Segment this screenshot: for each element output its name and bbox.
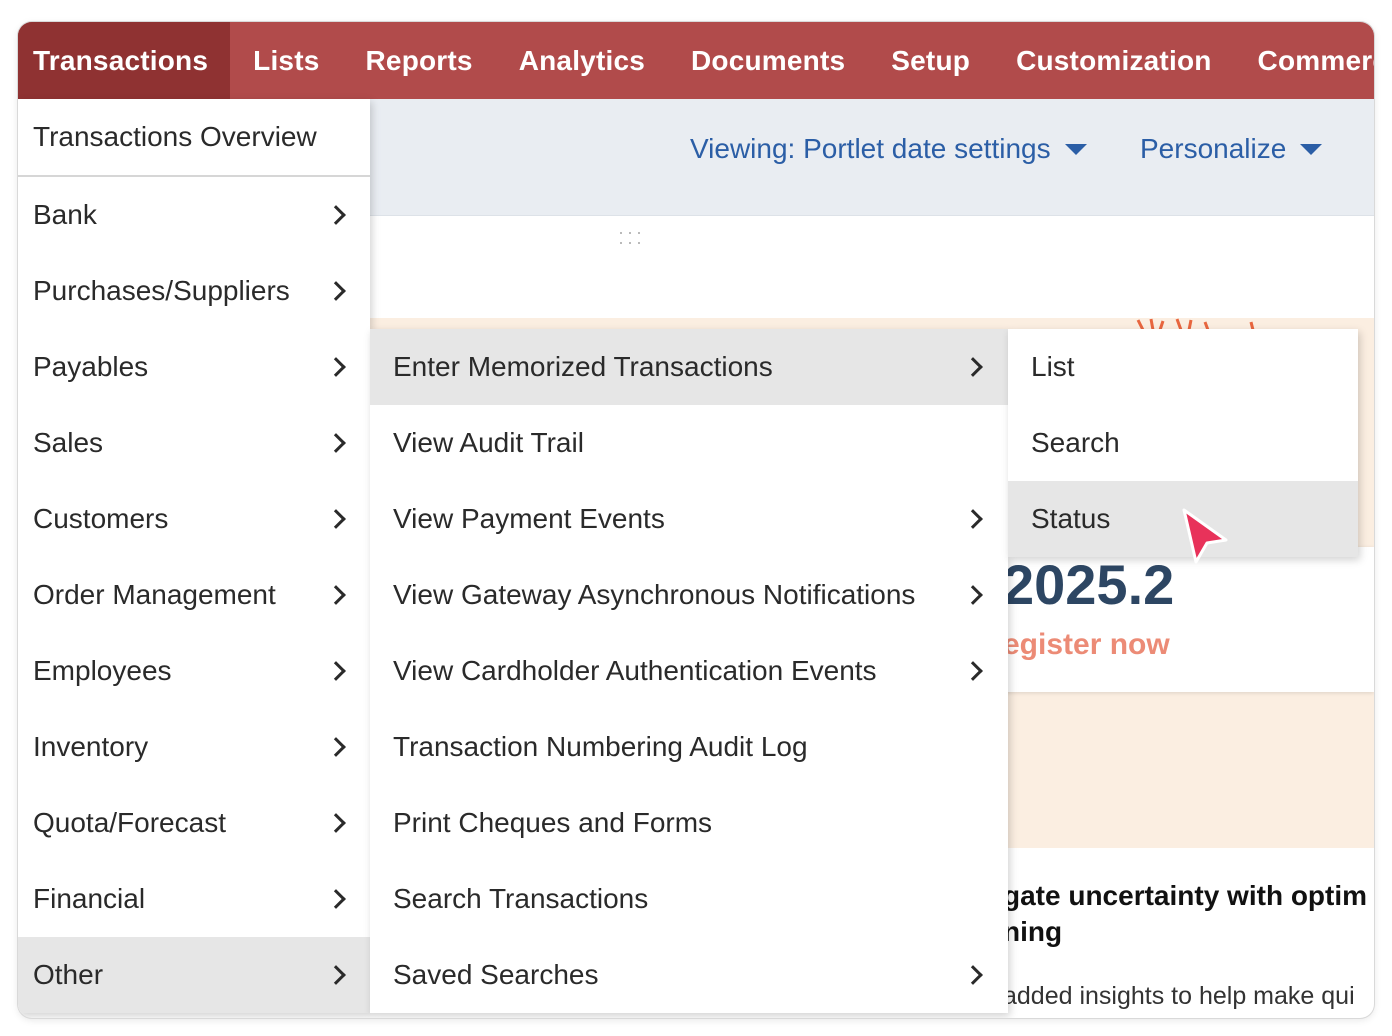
release-version: 2025.2 <box>1003 553 1175 616</box>
chevron-right-icon <box>326 889 346 909</box>
personalize-dropdown[interactable]: Personalize <box>1140 133 1323 165</box>
menu-item-search-transactions[interactable]: Search Transactions <box>370 861 1008 937</box>
menu-item-customers[interactable]: Customers <box>18 481 370 557</box>
menu-item-view-audit-trail[interactable]: View Audit Trail <box>370 405 1008 481</box>
chevron-right-icon <box>963 357 983 377</box>
register-link[interactable]: egister now <box>1003 628 1170 662</box>
nav-transactions[interactable]: Transactions <box>18 22 231 99</box>
chevron-right-icon <box>326 661 346 681</box>
menu-item-bank[interactable]: Bank <box>18 177 370 253</box>
personalize-label: Personalize <box>1140 133 1287 164</box>
menu-item-label: View Audit Trail <box>393 427 584 458</box>
menu-item-label: Sales <box>33 427 104 458</box>
chevron-right-icon <box>326 509 346 529</box>
chevron-right-icon <box>326 585 346 605</box>
menu-item-transactions-overview[interactable]: Transactions Overview <box>18 99 370 177</box>
caret-down-icon <box>1300 143 1323 155</box>
menu-item-employees[interactable]: Employees <box>18 633 370 709</box>
chevron-right-icon <box>326 965 346 985</box>
nav-analytics[interactable]: Analytics <box>496 22 668 99</box>
chevron-right-icon <box>326 813 346 833</box>
menu-item-payables[interactable]: Payables <box>18 329 370 405</box>
menu-item-view-payment-events[interactable]: View Payment Events <box>370 481 1008 557</box>
other-submenu: Enter Memorized Transactions View Audit … <box>370 329 1008 1013</box>
menu-item-label: Purchases/Suppliers <box>33 275 290 306</box>
menu-item-print-cheques-forms[interactable]: Print Cheques and Forms <box>370 785 1008 861</box>
menu-item-label: Employees <box>33 655 172 686</box>
chevron-right-icon <box>963 661 983 681</box>
article-title-line-1: gate uncertainty with optim <box>1003 880 1368 911</box>
menu-item-label: Other <box>33 959 104 990</box>
menu-item-financial[interactable]: Financial <box>18 861 370 937</box>
menu-item-quota-forecast[interactable]: Quota/Forecast <box>18 785 370 861</box>
caret-down-icon <box>1064 143 1087 155</box>
menu-item-inventory[interactable]: Inventory <box>18 709 370 785</box>
menu-item-label: Bank <box>33 199 97 230</box>
nav-reports[interactable]: Reports <box>343 22 496 99</box>
menu-item-label: Print Cheques and Forms <box>393 807 713 838</box>
menu-item-label: Order Management <box>33 579 276 610</box>
menu-item-label: Payables <box>33 351 149 382</box>
nav-lists[interactable]: Lists <box>230 22 342 99</box>
article-description: added insights to help make qui <box>1003 982 1355 1010</box>
menu-item-view-gateway-async-notifications[interactable]: View Gateway Asynchronous Notifications <box>370 557 1008 633</box>
transactions-menu: Transactions Overview Bank Purchases/Sup… <box>18 99 370 1013</box>
menu-item-saved-searches[interactable]: Saved Searches <box>370 937 1008 1013</box>
menu-item-list[interactable]: List <box>1008 329 1358 405</box>
menu-item-label: Enter Memorized Transactions <box>393 351 773 382</box>
menu-item-label: Search Transactions <box>393 883 649 914</box>
menu-item-label: View Cardholder Authentication Events <box>393 655 877 686</box>
chevron-right-icon <box>326 433 346 453</box>
viewing-settings-dropdown[interactable]: Viewing: Portlet date settings <box>690 133 1087 165</box>
nav-documents[interactable]: Documents <box>668 22 868 99</box>
menu-item-order-management[interactable]: Order Management <box>18 557 370 633</box>
menu-item-transaction-numbering-audit-log[interactable]: Transaction Numbering Audit Log <box>370 709 1008 785</box>
article-title-line-2: ning <box>1003 916 1063 947</box>
chevron-right-icon <box>326 737 346 757</box>
menu-item-other[interactable]: Other <box>18 937 370 1013</box>
top-nav: Transactions Lists Reports Analytics Doc… <box>18 22 1374 99</box>
menu-item-label: Customers <box>33 503 169 534</box>
menu-item-search[interactable]: Search <box>1008 405 1358 481</box>
chevron-right-icon <box>963 585 983 605</box>
menu-item-label: View Payment Events <box>393 503 665 534</box>
mouse-cursor-icon <box>1182 508 1228 564</box>
chevron-right-icon <box>963 965 983 985</box>
menu-item-label: Inventory <box>33 731 149 762</box>
menu-item-label: Quota/Forecast <box>33 807 226 838</box>
menu-item-view-cardholder-auth-events[interactable]: View Cardholder Authentication Events <box>370 633 1008 709</box>
dashboard-subheader: Viewing: Portlet date settings Personali… <box>370 99 1374 216</box>
app-window: Viewing: Portlet date settings Personali… <box>18 22 1374 1018</box>
chevron-right-icon <box>963 509 983 529</box>
menu-item-label: Transactions Overview <box>33 121 317 152</box>
menu-item-label: Transaction Numbering Audit Log <box>393 731 808 762</box>
menu-item-label: View Gateway Asynchronous Notifications <box>393 579 916 610</box>
menu-item-sales[interactable]: Sales <box>18 405 370 481</box>
menu-item-purchases-suppliers[interactable]: Purchases/Suppliers <box>18 253 370 329</box>
viewing-label: Viewing: Portlet date settings <box>690 133 1051 164</box>
nav-customization[interactable]: Customization <box>993 22 1234 99</box>
drag-handle-icon[interactable]: ··· ··· <box>618 223 645 251</box>
chevron-right-icon <box>326 357 346 377</box>
nav-setup[interactable]: Setup <box>868 22 993 99</box>
menu-item-label: Financial <box>33 883 146 914</box>
menu-item-label: Status <box>1031 503 1111 534</box>
menu-item-enter-memorized-transactions[interactable]: Enter Memorized Transactions <box>370 329 1008 405</box>
menu-item-label: Saved Searches <box>393 959 599 990</box>
chevron-right-icon <box>326 281 346 301</box>
chevron-right-icon <box>326 205 346 225</box>
menu-item-label: Search <box>1031 427 1120 458</box>
menu-item-label: List <box>1031 351 1075 382</box>
article-title[interactable]: gate uncertainty with optim ning <box>1003 878 1367 950</box>
nav-commerce[interactable]: Commerce <box>1235 22 1374 99</box>
